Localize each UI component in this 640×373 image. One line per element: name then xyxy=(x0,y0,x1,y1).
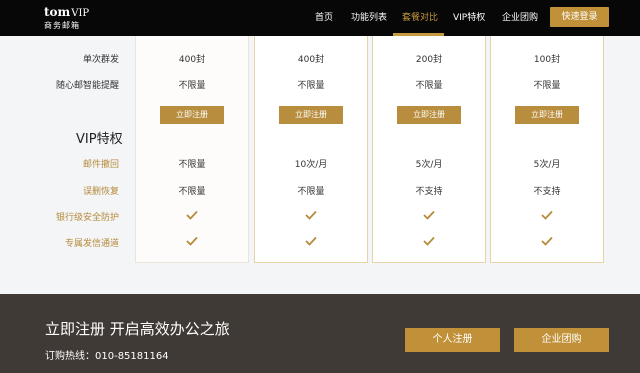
nav-vip-privileges[interactable]: VIP特权 xyxy=(453,0,485,36)
plan-2-mass-mail: 400封 xyxy=(297,55,325,65)
plan-1-undelete: 不限量 xyxy=(178,187,206,197)
nav-home[interactable]: 首页 xyxy=(315,0,333,36)
plan-2-undelete: 不限量 xyxy=(297,187,325,197)
plan-2-reminder: 不限量 xyxy=(297,81,325,91)
row-label-exclusive-channel: 专属发信通道 xyxy=(64,239,119,249)
row-label-mail-recall: 邮件撤回 xyxy=(82,160,119,170)
plan-4-recall: 5次/月 xyxy=(533,160,561,170)
checkmark-icon xyxy=(305,210,317,220)
plan-card-1 xyxy=(135,36,249,263)
row-label-bank-security: 银行级安全防护 xyxy=(55,213,119,223)
row-label-mass-mail: 单次群发 xyxy=(82,55,119,65)
footer-title: 立即注册 开启高效办公之旅 xyxy=(45,320,230,338)
plan-1-reminder: 不限量 xyxy=(178,81,206,91)
plan-card-3 xyxy=(372,36,486,263)
row-label-undelete: 误删恢复 xyxy=(82,187,119,197)
plan-1-mass-mail: 400封 xyxy=(178,55,206,65)
checkmark-icon xyxy=(186,236,198,246)
plan-3-mass-mail: 200封 xyxy=(415,55,443,65)
checkmark-icon xyxy=(423,236,435,246)
order-hotline: 订购热线：010-85181164 xyxy=(45,351,169,362)
logo-tom-text: tom xyxy=(44,5,71,19)
plan-3-register-button[interactable]: 立即注册 xyxy=(397,106,461,124)
plan-card-2 xyxy=(254,36,368,263)
enterprise-purchase-button[interactable]: 企业团购 xyxy=(514,328,609,352)
row-label-smart-reminder: 随心邮智能提醒 xyxy=(55,81,119,91)
plan-1-register-button[interactable]: 立即注册 xyxy=(160,106,224,124)
checkmark-icon xyxy=(186,210,198,220)
quick-login-button[interactable]: 快速登录 xyxy=(550,7,609,27)
plan-card-4 xyxy=(490,36,604,263)
nav-plan-compare[interactable]: 套餐对比 xyxy=(402,0,438,36)
plan-4-undelete: 不支持 xyxy=(533,187,561,197)
logo-subtitle: 商务邮箱 xyxy=(44,21,80,30)
nav-enterprise-purchase[interactable]: 企业团购 xyxy=(502,0,538,36)
checkmark-icon xyxy=(305,236,317,246)
nav-features[interactable]: 功能列表 xyxy=(351,0,387,36)
personal-register-button[interactable]: 个人注册 xyxy=(405,328,500,352)
plan-3-reminder: 不限量 xyxy=(415,81,443,91)
checkmark-icon xyxy=(423,210,435,220)
logo-vip-text: VIP xyxy=(71,8,90,19)
top-navigation-bar: tomVIP 商务邮箱 首页 功能列表 套餐对比 VIP特权 企业团购 快速登录 xyxy=(0,0,640,36)
vip-section-title: VIP特权 xyxy=(76,132,123,147)
plan-2-register-button[interactable]: 立即注册 xyxy=(279,106,343,124)
plan-3-recall: 5次/月 xyxy=(415,160,443,170)
checkmark-icon xyxy=(541,236,553,246)
plan-2-recall: 10次/月 xyxy=(294,160,328,170)
checkmark-icon xyxy=(541,210,553,220)
plan-3-undelete: 不支持 xyxy=(415,187,443,197)
tom-vip-logo[interactable]: tomVIP 商务邮箱 xyxy=(44,6,89,31)
plan-4-mass-mail: 100封 xyxy=(533,55,561,65)
plan-1-recall: 不限量 xyxy=(178,160,206,170)
plan-4-reminder: 不限量 xyxy=(533,81,561,91)
plan-4-register-button[interactable]: 立即注册 xyxy=(515,106,579,124)
